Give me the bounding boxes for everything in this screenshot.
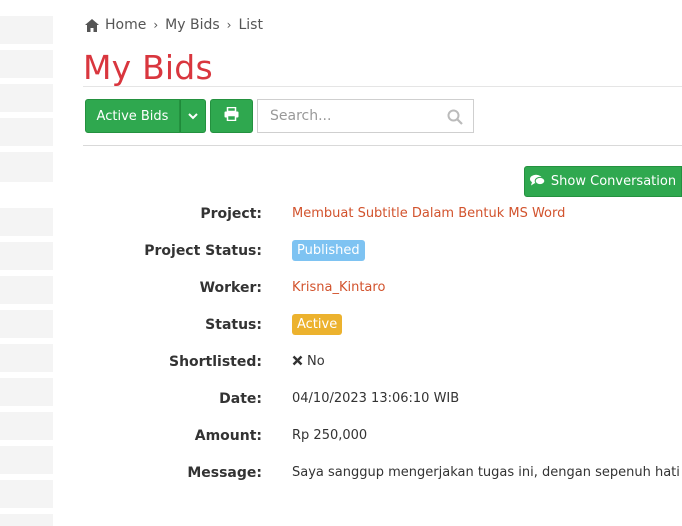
amount-label: Amount: <box>194 428 262 444</box>
divider <box>83 86 682 87</box>
project-status-label: Project Status: <box>144 243 262 259</box>
sidebar-item[interactable] <box>0 84 53 112</box>
detail-row-status: Status: Active <box>0 314 682 339</box>
shortlisted-label: Shortlisted: <box>168 354 262 370</box>
detail-row-project: Project: Membuat Subtitle Dalam Bentuk M… <box>0 206 682 228</box>
home-icon <box>85 18 99 32</box>
sidebar-item[interactable] <box>0 152 53 182</box>
breadcrumb-list: List <box>238 17 263 33</box>
dropdown-toggle-button[interactable] <box>180 99 206 133</box>
detail-row-amount: Amount: Rp 250,000 <box>0 428 682 450</box>
project-label: Project: <box>200 206 262 222</box>
amount-value: Rp 250,000 <box>292 428 368 443</box>
chevron-down-icon <box>188 109 198 124</box>
chevron-right-icon: › <box>226 18 232 32</box>
sidebar-item[interactable] <box>0 50 53 78</box>
status-label: Status: <box>205 317 262 333</box>
detail-row-project-status: Project Status: Published <box>0 240 682 265</box>
show-conversation-button[interactable]: Show Conversation <box>524 166 682 197</box>
comments-icon <box>529 174 546 190</box>
search-input[interactable] <box>270 108 440 124</box>
sidebar-item[interactable] <box>0 16 53 44</box>
detail-row-worker: Worker: Krisna_Kintaro <box>0 280 682 302</box>
message-label: Message: <box>187 465 262 481</box>
status-badge: Published <box>292 240 365 261</box>
close-icon <box>292 355 303 366</box>
search-icon[interactable] <box>447 109 463 125</box>
page-title: My Bids <box>83 48 213 87</box>
print-icon <box>224 106 239 125</box>
sidebar-item[interactable] <box>0 514 53 526</box>
date-value: 04/10/2023 13:06:10 WIB <box>292 391 460 406</box>
worker-label: Worker: <box>199 280 262 296</box>
detail-row-message: Message: Saya sanggup mengerjakan tugas … <box>0 465 682 487</box>
status-badge: Active <box>292 314 343 335</box>
breadcrumb: Home › My Bids › List <box>85 15 263 35</box>
worker-link[interactable]: Krisna_Kintaro <box>292 280 385 295</box>
sidebar-item[interactable] <box>0 118 53 146</box>
print-button[interactable] <box>210 99 253 133</box>
search-box <box>257 99 474 133</box>
detail-row-shortlisted: Shortlisted: No <box>0 354 682 376</box>
shortlisted-text: No <box>307 354 325 369</box>
detail-row-date: Date: 04/10/2023 13:06:10 WIB <box>0 391 682 413</box>
date-label: Date: <box>219 391 262 407</box>
project-link[interactable]: Membuat Subtitle Dalam Bentuk MS Word <box>292 206 565 221</box>
active-bids-dropdown-button[interactable]: Active Bids <box>85 99 180 133</box>
breadcrumb-my-bids[interactable]: My Bids <box>165 17 220 33</box>
project-status-value: Published <box>292 240 365 264</box>
shortlisted-value: No <box>292 354 325 369</box>
message-value: Saya sanggup mengerjakan tugas ini, deng… <box>292 465 680 480</box>
show-conversation-label: Show Conversation <box>550 174 677 189</box>
status-value: Active <box>292 314 343 338</box>
breadcrumb-home[interactable]: Home <box>105 17 146 33</box>
divider <box>83 145 682 146</box>
chevron-right-icon: › <box>153 18 159 32</box>
